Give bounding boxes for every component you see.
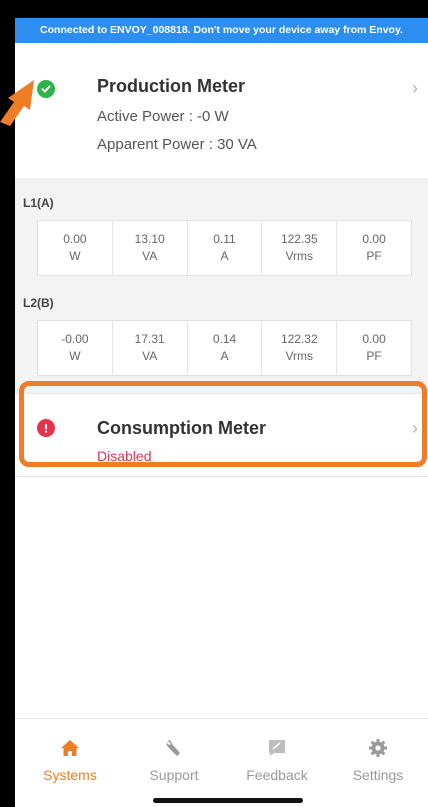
wrench-icon: [166, 740, 180, 756]
chevron-right-icon: ›: [412, 78, 418, 98]
table-cell: 13.10 VA: [113, 221, 188, 275]
consumption-meter-title: Consumption Meter: [97, 418, 266, 438]
table-cell: 0.14 A: [188, 321, 263, 375]
table-cell: 0.00 PF: [362, 232, 386, 263]
table-cell: 122.35 Vrms: [262, 221, 338, 275]
nav-settings[interactable]: Settings: [328, 737, 428, 783]
table-cell: 122.32 Vrms: [262, 321, 338, 375]
production-meter-title: Production Meter: [97, 76, 246, 96]
alert-icon: [37, 419, 55, 437]
phase-table-l2: -0.00 W 17.31 VA 0.14 A 122.32 Vrms 0.00 PF: [37, 320, 412, 376]
gear-icon: [369, 739, 387, 757]
table-cell: 0.00 W: [38, 221, 113, 275]
home-indicator: [153, 798, 303, 803]
table-cell: 0.00 PF: [362, 332, 386, 363]
table-cell: 0.11 A: [188, 221, 263, 275]
chevron-right-icon: ›: [412, 418, 418, 438]
connection-banner: Connected to ENVOY_008818. Don't move yo…: [15, 18, 428, 43]
consumption-status: Disabled: [97, 448, 152, 464]
feedback-icon: [269, 740, 285, 756]
table-cell: -0.00 W: [38, 321, 113, 375]
phase-table-l1: 0.00 W 13.10 VA 0.11 A 122.35 Vrms 0.00 PF: [37, 220, 412, 276]
nav-label: Settings: [352, 767, 404, 783]
nav-label: Systems: [43, 767, 97, 783]
nav-label: Feedback: [246, 767, 308, 783]
consumption-meter-card[interactable]: Consumption Meter Disabled ›: [15, 394, 428, 474]
table-cell: 17.31 VA: [113, 321, 188, 375]
active-power: Active Power : -0 W: [97, 108, 229, 125]
home-icon: [61, 740, 79, 756]
phase-label-l1: L1(A): [23, 196, 54, 210]
annotation-arrow-icon: [0, 80, 34, 126]
nav-systems[interactable]: Systems: [20, 737, 120, 783]
nav-feedback[interactable]: Feedback: [227, 737, 327, 783]
divider: [15, 476, 428, 477]
production-meter-card[interactable]: Production Meter Active Power : -0 W App…: [15, 68, 428, 178]
apparent-power: Apparent Power : 30 VA: [97, 136, 257, 153]
screen: Connected to ENVOY_008818. Don't move yo…: [15, 18, 428, 807]
phase-label-l2: L2(B): [23, 296, 54, 310]
bottom-nav: Systems Support Feedback Settings: [15, 718, 428, 807]
nav-support[interactable]: Support: [124, 737, 224, 783]
phase-section: L1(A) 0.00 W 13.10 VA 0.11 A 122.35 Vrms 0.0…: [15, 178, 428, 393]
nav-label: Support: [149, 767, 199, 783]
